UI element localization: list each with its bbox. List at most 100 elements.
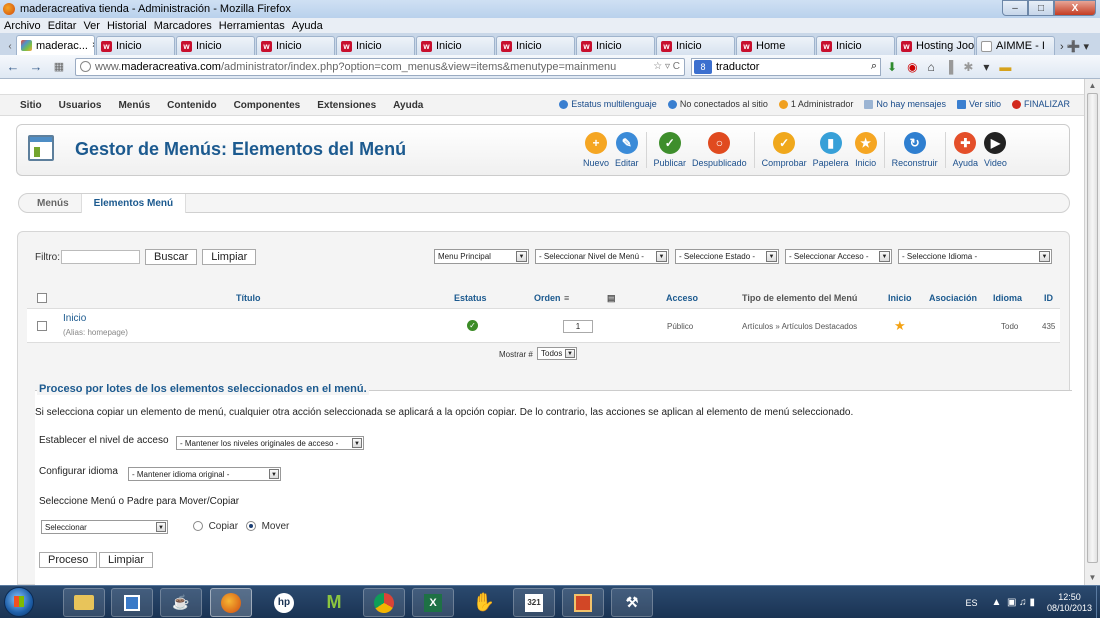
logout-link[interactable]: FINALIZAR xyxy=(1011,99,1070,109)
admin-menu-extensiones[interactable]: Extensiones xyxy=(317,100,376,111)
admin-menu-menus[interactable]: Menús xyxy=(118,100,150,111)
tools-icon[interactable]: ⚒ xyxy=(611,588,653,617)
batch-access-select[interactable]: - Mantener los niveles originales de acc… xyxy=(176,436,364,450)
toolbar-publicar-button[interactable]: ✓ Publicar xyxy=(651,129,690,171)
tux-icon[interactable]: ✋ xyxy=(463,588,505,617)
url-bar[interactable]: www. maderacreativa.com/administrator/ind… xyxy=(75,57,685,76)
move-radio[interactable] xyxy=(246,521,256,532)
hp-icon[interactable]: hp xyxy=(263,588,305,617)
view-site-link[interactable]: Ver sitio xyxy=(956,99,1001,109)
home-icon[interactable]: ⌂ xyxy=(928,60,935,74)
submenu-menus[interactable]: Menús xyxy=(37,198,69,209)
browser-tab[interactable]: w Home xyxy=(736,36,815,55)
search-icon[interactable]: ⌕ xyxy=(871,60,877,73)
toolbar-papelera-button[interactable]: ▮ Papelera xyxy=(810,129,852,171)
menu-marcadores[interactable]: Marcadores xyxy=(154,20,212,32)
select-all-checkbox[interactable] xyxy=(37,293,47,303)
header-language[interactable]: Idioma xyxy=(993,293,1022,303)
addon-icon[interactable]: ◉ xyxy=(907,60,917,74)
menu-editar[interactable]: Editar xyxy=(48,20,77,32)
show-limit-select[interactable]: Todos ▼ xyxy=(537,347,577,360)
menu-historial[interactable]: Historial xyxy=(107,20,147,32)
search-engine-icon[interactable]: 8 xyxy=(694,59,712,74)
browser-tab[interactable]: w Inicio xyxy=(256,36,335,55)
page-info-icon[interactable]: ▦ xyxy=(49,57,69,77)
clock[interactable]: 12:50 08/10/2013 xyxy=(1047,592,1092,614)
header-order[interactable]: Orden xyxy=(534,293,561,303)
admin-menu-ayuda[interactable]: Ayuda xyxy=(393,100,423,111)
submenu-menu-items[interactable]: Elementos Menú xyxy=(80,193,187,213)
copy-option[interactable]: Copiar xyxy=(193,521,238,532)
toolbar-editar-button[interactable]: ✎ Editar xyxy=(612,129,642,171)
row-checkbox[interactable] xyxy=(37,321,47,331)
scroll-up-icon[interactable]: ▲ xyxy=(1087,81,1098,91)
search-button[interactable]: Buscar xyxy=(145,249,198,265)
scroll-thumb[interactable] xyxy=(1087,93,1098,563)
download-arrow-icon[interactable]: ⬇ xyxy=(887,60,897,74)
batch-language-select[interactable]: - Mantener idioma original - ▼ xyxy=(128,467,281,481)
close-tab-icon[interactable]: × xyxy=(92,40,94,51)
move-option[interactable]: Mover xyxy=(246,521,289,532)
tray-icons[interactable]: ▲ ▣ ♫ ▮ xyxy=(991,597,1034,608)
menu-archivo[interactable]: Archivo xyxy=(4,20,41,32)
minimize-button[interactable]: – xyxy=(1002,0,1028,16)
order-input[interactable]: 1 xyxy=(563,320,593,333)
state-select[interactable]: - Seleccione Estado - ▼ xyxy=(675,249,779,264)
network-icon[interactable]: ☕ xyxy=(160,588,202,617)
language-select[interactable]: - Seleccione Idioma - ▼ xyxy=(898,249,1052,264)
tab-scroll-left-icon[interactable]: ‹ xyxy=(4,37,16,55)
calendar-icon[interactable]: 321 xyxy=(513,588,555,617)
maximize-button[interactable]: □ xyxy=(1028,0,1054,16)
menu-chevron-icon[interactable]: ▾ xyxy=(983,60,989,74)
toolbar-inicio-button[interactable]: ★ Inicio xyxy=(852,129,880,171)
browser-tab[interactable]: w Hosting Joo... xyxy=(896,36,975,55)
batch-clear-button[interactable]: Limpiar xyxy=(99,552,154,568)
extension-icon[interactable]: ✱ xyxy=(963,60,973,74)
level-select[interactable]: - Seleccionar Nivel de Menú - ▼ xyxy=(535,249,669,264)
close-window-button[interactable]: X xyxy=(1054,0,1096,16)
forward-arrow-icon[interactable]: → xyxy=(26,57,46,77)
home-star-icon[interactable]: ★ xyxy=(894,318,906,334)
explorer-icon[interactable] xyxy=(63,588,105,617)
header-status[interactable]: Estatus xyxy=(454,293,487,303)
media-center-icon[interactable] xyxy=(111,588,153,617)
copy-radio[interactable] xyxy=(193,521,203,532)
toolbar-video-button[interactable]: ▶ Video xyxy=(981,129,1010,171)
start-button[interactable] xyxy=(4,587,34,617)
access-select[interactable]: - Seleccionar Acceso - ▼ xyxy=(785,249,892,264)
header-id[interactable]: ID xyxy=(1044,293,1053,303)
browser-tab[interactable]: maderac... × xyxy=(16,35,95,55)
browser-tab[interactable]: w Inicio xyxy=(416,36,495,55)
messages-link[interactable]: No hay mensajes xyxy=(864,99,946,109)
batch-move-select[interactable]: Seleccionar ▼ xyxy=(41,520,168,534)
browser-tab[interactable]: w Inicio xyxy=(576,36,655,55)
menu-ayuda[interactable]: Ayuda xyxy=(292,20,323,32)
page-scrollbar[interactable]: ▲ ▼ xyxy=(1084,79,1100,585)
back-arrow-icon[interactable]: ← xyxy=(3,57,23,77)
powerpoint-icon[interactable] xyxy=(562,588,604,617)
clear-filter-button[interactable]: Limpiar xyxy=(202,249,257,265)
browser-tab[interactable]: w Inicio xyxy=(816,36,895,55)
admin-menu-sitio[interactable]: Sitio xyxy=(20,100,42,111)
multilang-status-link[interactable]: Estatus multilenguaje xyxy=(559,99,657,109)
browser-tab[interactable]: w Inicio xyxy=(656,36,735,55)
admin-menu-contenido[interactable]: Contenido xyxy=(167,100,216,111)
row-title-link[interactable]: Inicio xyxy=(63,313,86,324)
excel-icon[interactable]: X xyxy=(412,588,454,617)
search-input[interactable]: traductor xyxy=(716,61,759,73)
toolbar-ayuda-button[interactable]: ✚ Ayuda xyxy=(950,129,981,171)
toolbar-comprobar-button[interactable]: ✓ Comprobar xyxy=(759,129,810,171)
admin-menu-usuarios[interactable]: Usuarios xyxy=(59,100,102,111)
header-access[interactable]: Acceso xyxy=(666,293,698,303)
browser-tab[interactable]: w Inicio xyxy=(96,36,175,55)
browser-tab[interactable]: w Inicio xyxy=(496,36,575,55)
menu-select[interactable]: Menu Principal ▼ xyxy=(434,249,529,264)
process-button[interactable]: Proceso xyxy=(39,552,98,568)
menu-ver[interactable]: Ver xyxy=(83,20,100,32)
toolbar-nuevo-button[interactable]: + Nuevo xyxy=(580,129,612,171)
browser-tab[interactable]: w Inicio xyxy=(336,36,415,55)
admin-menu-componentes[interactable]: Componentes xyxy=(234,100,301,111)
chrome-icon[interactable] xyxy=(363,588,405,617)
browser-tab[interactable]: AIMME - I xyxy=(976,36,1055,55)
browser-tab[interactable]: w Inicio xyxy=(176,36,255,55)
